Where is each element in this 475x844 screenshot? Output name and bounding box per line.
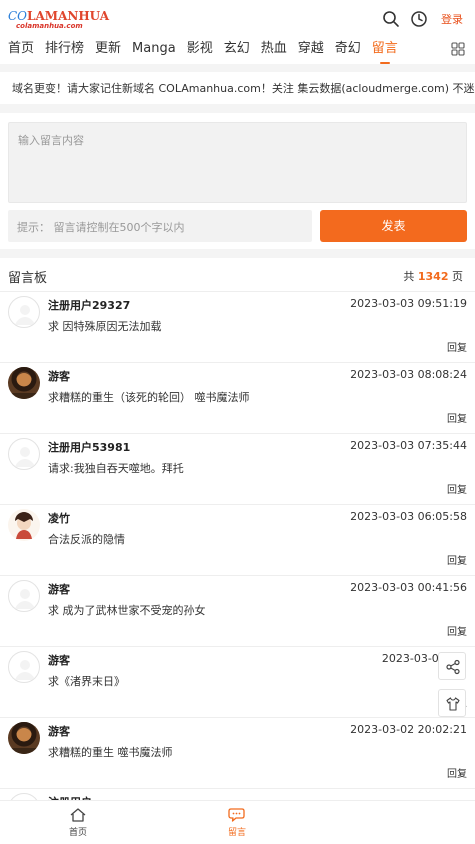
comment-text: 求《渚界末日》 bbox=[48, 675, 125, 688]
comment-item: 凌竹 2023-03-03 06:05:58 合法反派的隐情 回复 bbox=[0, 505, 475, 576]
category-nav: 首页 排行榜 更新 Manga 影视 玄幻 热血 穿越 奇幻 留言 bbox=[0, 36, 440, 64]
comment-user[interactable]: 游客 bbox=[48, 652, 70, 668]
home-icon bbox=[70, 808, 86, 822]
comment-time: 2023-03-03 00:41:56 bbox=[350, 581, 467, 594]
avatar[interactable] bbox=[8, 722, 40, 754]
avatar[interactable] bbox=[8, 367, 40, 399]
nav-item-qihuan[interactable]: 奇幻 bbox=[335, 38, 361, 60]
share-icon bbox=[446, 659, 460, 675]
reply-button[interactable]: 回复 bbox=[447, 765, 467, 780]
comment-user[interactable]: 游客 bbox=[48, 368, 70, 384]
login-link[interactable]: 登录 bbox=[441, 11, 463, 27]
comment-time: 2023-03-03 09:51:19 bbox=[350, 297, 467, 310]
avatar[interactable] bbox=[8, 438, 40, 470]
notice-text: 域名更变！请大家记住新域名 COLAmanhua.com！关注 集云数据(acl… bbox=[12, 82, 475, 95]
comment-user[interactable]: 游客 bbox=[48, 581, 70, 597]
search-icon[interactable] bbox=[382, 10, 400, 28]
nav-item-chuanyue[interactable]: 穿越 bbox=[298, 38, 324, 60]
tab-message-label: 留言 bbox=[227, 828, 246, 838]
comment-text: 求糟糕的重生 噬书魔法师 bbox=[48, 746, 173, 759]
bottom-tab-bar: 首页 留言 bbox=[0, 800, 475, 844]
logo-prefix: CO bbox=[8, 9, 28, 23]
comment-user[interactable]: 游客 bbox=[48, 723, 70, 739]
tab-home[interactable]: 首页 bbox=[48, 807, 108, 838]
message-board: 留言板 共 1342 页 注册用户29327 2023-03-03 09:51:… bbox=[0, 258, 475, 844]
tab-home-label: 首页 bbox=[68, 828, 87, 838]
submit-button[interactable]: 发表 bbox=[320, 210, 467, 242]
board-title: 留言板 bbox=[8, 271, 48, 286]
reply-button[interactable]: 回复 bbox=[447, 552, 467, 567]
comment-time: 2023-03-02 20:02:21 bbox=[350, 723, 467, 736]
board-header: 留言板 共 1342 页 bbox=[0, 258, 475, 292]
comment-user[interactable]: 凌竹 bbox=[48, 510, 70, 526]
nav-item-xuanhuan[interactable]: 玄幻 bbox=[224, 38, 250, 60]
comment-item: 注册用户29327 2023-03-03 09:51:19 求 因特殊原因无法加… bbox=[0, 292, 475, 363]
page: COLAMANHUA colamanhua.com 登录 首页 排行榜 更新 M… bbox=[0, 0, 475, 844]
site-logo[interactable]: COLAMANHUA colamanhua.com bbox=[8, 9, 109, 34]
comment-textarea[interactable]: 输入留言内容 bbox=[8, 122, 467, 203]
tab-message[interactable]: 留言 bbox=[207, 807, 267, 838]
top-bar: COLAMANHUA colamanhua.com 登录 首页 排行榜 更新 M… bbox=[0, 0, 475, 64]
reply-button[interactable]: 回复 bbox=[447, 623, 467, 638]
reply-button[interactable]: 回复 bbox=[447, 410, 467, 425]
nav-item-update[interactable]: 更新 bbox=[95, 38, 121, 60]
page-count: 共 1342 页 bbox=[403, 268, 463, 284]
comment-text: 请求:我独自吞天噬地。拜托 bbox=[48, 462, 184, 475]
comment-text: 求糟糕的重生（该死的轮回） 噬书魔法师 bbox=[48, 391, 250, 404]
comment-text: 求 因特殊原因无法加载 bbox=[48, 320, 162, 333]
nav-item-home[interactable]: 首页 bbox=[8, 38, 34, 60]
nav-item-manga[interactable]: Manga bbox=[132, 38, 176, 60]
comment-item: 游客 2023-03-03 08:08:24 求糟糕的重生（该死的轮回） 噬书魔… bbox=[0, 363, 475, 434]
comment-user[interactable]: 注册用户29327 bbox=[48, 297, 130, 313]
share-button[interactable] bbox=[438, 652, 466, 680]
comment-item: 游客 2023-03-02 20:02:21 求糟糕的重生 噬书魔法师 回复 bbox=[0, 718, 475, 789]
logo-main: LAMANHUA bbox=[27, 9, 110, 23]
notice-banner: 域名更变！请大家记住新域名 COLAmanhua.com！关注 集云数据(acl… bbox=[0, 72, 475, 104]
grid-icon[interactable] bbox=[451, 42, 465, 56]
hint-text: 提示： 留言请控制在500个字以内 bbox=[17, 221, 185, 234]
comment-item: 游客 2023-03-03 00:41:56 求 成为了武林世家不受宠的孙女 回… bbox=[0, 576, 475, 647]
comment-time: 2023-03-03 08:08:24 bbox=[350, 368, 467, 381]
reply-button[interactable]: 回复 bbox=[447, 481, 467, 496]
logo-domain: colamanhua.com bbox=[16, 22, 83, 30]
count-prefix: 共 bbox=[403, 270, 418, 283]
comment-time: 2023-03-03 07:35:44 bbox=[350, 439, 467, 452]
nav-item-ranking[interactable]: 排行榜 bbox=[45, 38, 84, 60]
comment-item: 注册用户53981 2023-03-03 07:35:44 请求:我独自吞天噬地… bbox=[0, 434, 475, 505]
shirt-icon bbox=[446, 697, 460, 711]
avatar[interactable] bbox=[8, 580, 40, 612]
history-icon[interactable] bbox=[410, 10, 428, 28]
theme-button[interactable] bbox=[438, 689, 466, 717]
comment-item: 游客 2023-03-03 00: 求《渚界末日》 回复 bbox=[0, 647, 475, 718]
avatar[interactable] bbox=[8, 509, 40, 541]
avatar[interactable] bbox=[8, 651, 40, 683]
count-value: 1342 bbox=[417, 270, 449, 283]
nav-item-film[interactable]: 影视 bbox=[187, 38, 213, 60]
nav-item-message[interactable]: 留言 bbox=[372, 38, 398, 64]
length-hint: 提示： 留言请控制在500个字以内 bbox=[8, 210, 312, 242]
comment-user[interactable]: 注册用户53981 bbox=[48, 439, 130, 455]
comment-form: 输入留言内容 提示： 留言请控制在500个字以内 发表 bbox=[0, 113, 475, 249]
comment-text: 求 成为了武林世家不受宠的孙女 bbox=[48, 604, 206, 617]
reply-button[interactable]: 回复 bbox=[447, 339, 467, 354]
count-suffix: 页 bbox=[448, 270, 463, 283]
nav-item-rexue[interactable]: 热血 bbox=[261, 38, 287, 60]
textarea-placeholder: 输入留言内容 bbox=[18, 134, 84, 147]
chat-icon bbox=[228, 808, 245, 822]
comment-text: 合法反派的隐情 bbox=[48, 533, 125, 546]
avatar[interactable] bbox=[8, 296, 40, 328]
comment-time: 2023-03-03 06:05:58 bbox=[350, 510, 467, 523]
